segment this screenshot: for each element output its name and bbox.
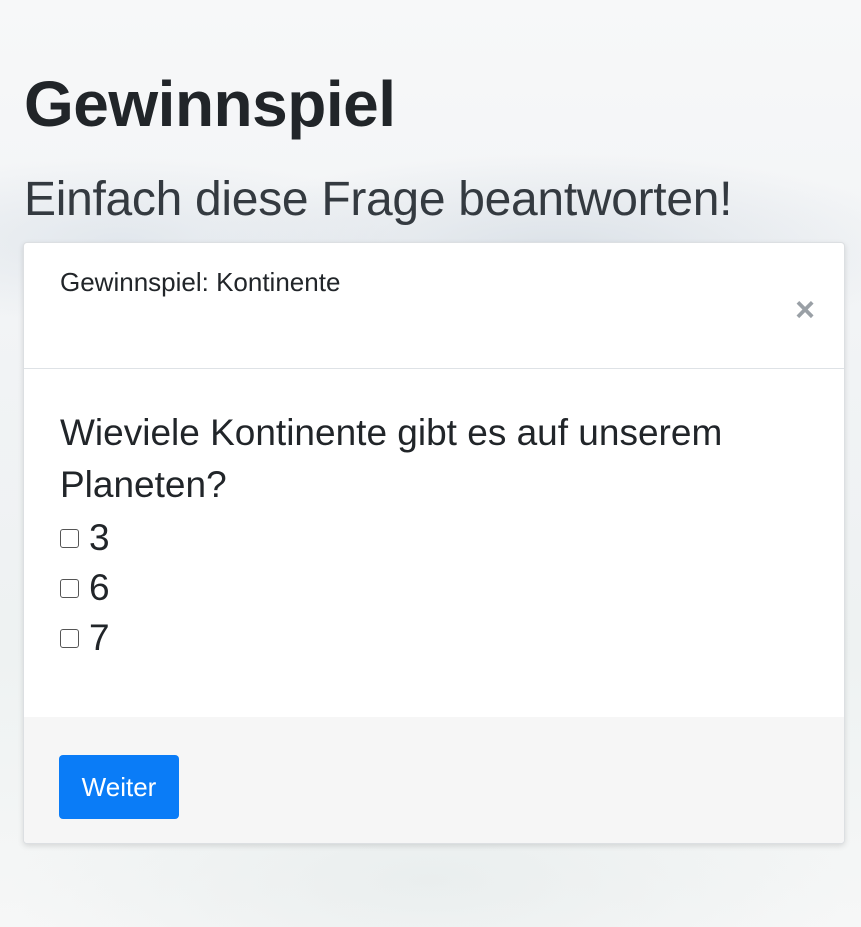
modal-header: Gewinnspiel: Kontinente × <box>24 243 844 369</box>
answer-label-7: 7 <box>89 617 110 658</box>
quiz-modal: Gewinnspiel: Kontinente × Wieviele Konti… <box>23 242 845 844</box>
checkbox-option-6[interactable] <box>60 578 79 598</box>
answer-label-6: 6 <box>89 567 110 608</box>
page-subtitle: Einfach diese Frage beantworten! <box>24 173 733 226</box>
weiter-button[interactable]: Weiter <box>59 755 179 819</box>
checkbox-option-3[interactable] <box>60 528 79 548</box>
modal-body: Wieviele Kontinente gibt es auf unserem … <box>60 407 810 663</box>
modal-footer: Weiter <box>24 717 844 843</box>
answer-option-6[interactable]: 6 <box>60 563 810 613</box>
modal-title: Gewinnspiel: Kontinente <box>60 267 341 297</box>
answer-label-3: 3 <box>89 517 110 558</box>
question-text: Wieviele Kontinente gibt es auf unserem … <box>60 412 723 505</box>
answer-option-3[interactable]: 3 <box>60 513 810 563</box>
page-title: Gewinnspiel <box>24 68 396 140</box>
close-icon[interactable]: × <box>792 293 818 327</box>
answer-option-7[interactable]: 7 <box>60 613 810 663</box>
checkbox-option-7[interactable] <box>60 628 79 648</box>
